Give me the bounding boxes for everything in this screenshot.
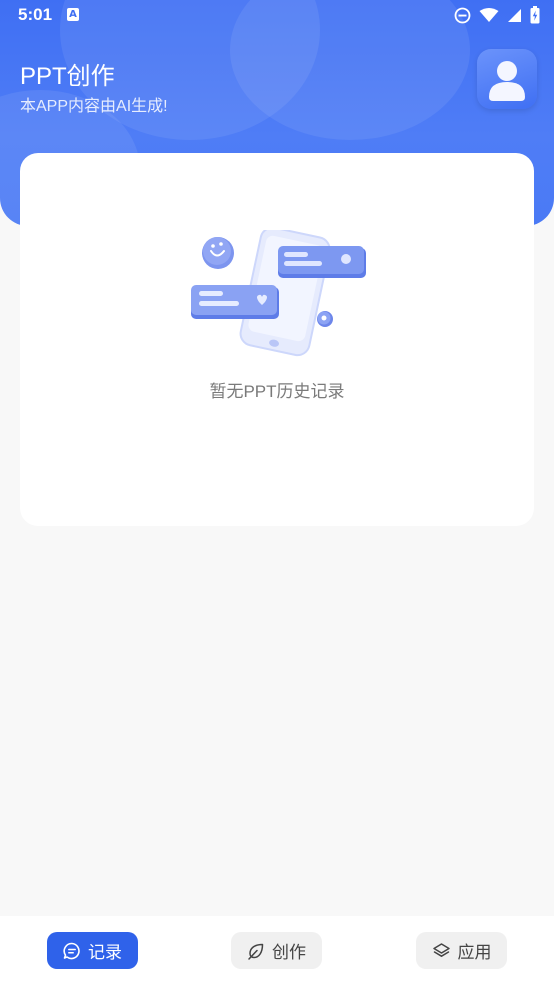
- app-screen: 5:01 A PPT创作 本APP内容由AI生成! 暂无PPT历史记录 记录 创…: [0, 0, 554, 984]
- empty-state-text: 暂无PPT历史记录: [209, 382, 345, 401]
- page-subtitle: 本APP内容由AI生成!: [20, 98, 168, 115]
- status-bar: 5:01 A: [0, 0, 554, 32]
- tab-records[interactable]: 记录: [47, 932, 138, 969]
- chat-bubble-icon: [63, 942, 80, 959]
- wifi-icon: [479, 8, 499, 22]
- bottom-tab-bar: 记录 创作 应用: [0, 916, 554, 984]
- status-icons: [454, 6, 540, 24]
- page-title: PPT创作: [20, 63, 115, 90]
- tab-create[interactable]: 创作: [231, 932, 322, 969]
- notification-icon: A: [67, 8, 79, 21]
- history-card: 暂无PPT历史记录: [20, 153, 534, 526]
- tab-apps[interactable]: 应用: [416, 932, 507, 969]
- battery-icon: [530, 6, 540, 24]
- do-not-disturb-icon: [454, 7, 471, 23]
- avatar-button[interactable]: [477, 49, 537, 109]
- user-icon: [489, 61, 525, 101]
- cellular-signal-icon: [508, 8, 521, 22]
- tab-records-label: 记录: [88, 943, 122, 962]
- tab-apps-label: 应用: [457, 943, 492, 962]
- empty-history-illustration: [191, 230, 366, 357]
- status-time: 5:01: [18, 5, 53, 24]
- layers-icon: [432, 942, 450, 957]
- leaf-icon: [248, 943, 264, 960]
- tab-create-label: 创作: [272, 943, 306, 962]
